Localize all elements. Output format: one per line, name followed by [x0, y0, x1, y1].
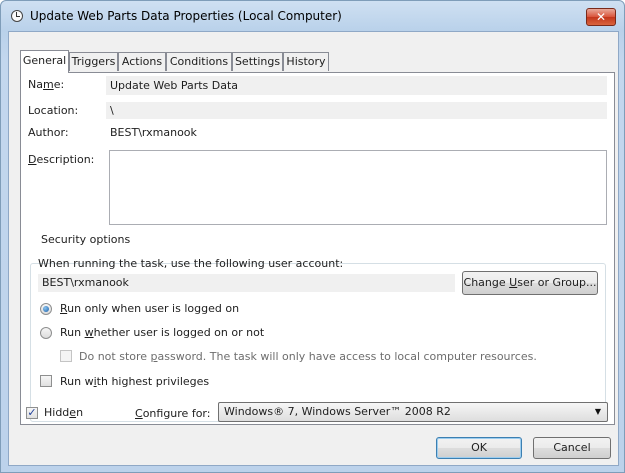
cancel-button[interactable]: Cancel — [533, 437, 611, 459]
ok-button[interactable]: OK — [436, 437, 522, 459]
properties-dialog: Update Web Parts Data Properties (Local … — [0, 0, 625, 473]
checkmark-icon: ✓ — [27, 406, 37, 419]
tab-history-label: History — [286, 55, 326, 68]
tab-triggers-label: Triggers — [71, 55, 116, 68]
run-whether-logged-on-label[interactable]: Run whether user is logged on or not — [60, 326, 264, 339]
hidden-label[interactable]: Hidden — [44, 406, 83, 419]
description-label: Description: — [28, 153, 95, 166]
location-label: Location: — [28, 104, 79, 117]
close-icon: ✕ — [595, 10, 607, 24]
close-button[interactable]: ✕ — [586, 8, 616, 26]
location-field[interactable]: \ — [106, 102, 607, 119]
author-field[interactable]: BEST\rxmanook — [106, 124, 607, 141]
tab-history[interactable]: History — [283, 52, 329, 71]
tab-triggers[interactable]: Triggers — [69, 52, 118, 71]
tab-conditions-label: Conditions — [169, 55, 229, 68]
account-prompt: When running the task, use the following… — [38, 257, 344, 270]
tab-actions[interactable]: Actions — [118, 52, 166, 71]
run-only-logged-on-label[interactable]: Run only when user is logged on — [60, 302, 239, 315]
security-options-title: Security options — [38, 233, 134, 246]
hidden-checkbox[interactable]: ✓ — [26, 407, 38, 419]
run-whether-logged-on-radio[interactable] — [40, 327, 52, 339]
name-field[interactable]: Update Web Parts Data — [106, 76, 607, 95]
do-not-store-password-label: Do not store password. The task will onl… — [79, 350, 537, 363]
author-label: Author: — [28, 126, 69, 139]
tab-actions-label: Actions — [121, 55, 163, 68]
change-user-or-group-button[interactable]: Change User or Group... — [462, 271, 598, 295]
tab-general-label: General — [22, 54, 67, 67]
description-textarea[interactable] — [109, 150, 607, 225]
highest-privileges-checkbox[interactable] — [40, 375, 52, 387]
window-title: Update Web Parts Data Properties (Local … — [30, 9, 342, 23]
general-tab-panel: Name: Update Web Parts Data Location: \ … — [20, 72, 615, 425]
run-only-logged-on-radio[interactable] — [40, 303, 52, 315]
highest-privileges-label[interactable]: Run with highest privileges — [60, 375, 209, 388]
cancel-button-label: Cancel — [553, 441, 591, 454]
configure-for-dropdown[interactable]: Windows® 7, Windows Server™ 2008 R2 ▼ — [218, 402, 608, 422]
do-not-store-password-checkbox[interactable] — [60, 350, 72, 362]
dialog-client-area: General Triggers Actions Conditions Sett… — [8, 31, 619, 466]
user-account-field[interactable]: BEST\rxmanook — [38, 274, 455, 292]
chevron-down-icon: ▼ — [594, 407, 601, 416]
tab-general[interactable]: General — [20, 50, 69, 73]
tab-settings-label: Settings — [234, 55, 281, 68]
name-label: Name: — [28, 78, 65, 91]
title-bar[interactable]: Update Web Parts Data Properties (Local … — [1, 1, 624, 31]
change-user-button-label: Change User or Group... — [463, 276, 597, 289]
configure-for-label: Configure for: — [135, 407, 211, 420]
task-clock-icon — [11, 10, 23, 22]
tab-conditions[interactable]: Conditions — [166, 52, 232, 71]
ok-button-label: OK — [471, 441, 487, 454]
tab-settings[interactable]: Settings — [232, 52, 283, 71]
configure-for-value: Windows® 7, Windows Server™ 2008 R2 — [224, 405, 451, 418]
